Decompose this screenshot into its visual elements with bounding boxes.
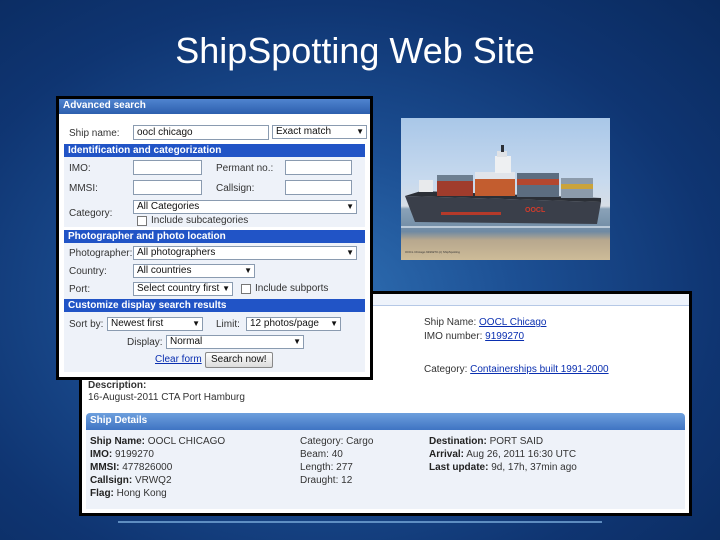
detail-value: 9d, 17h, 37min ago	[491, 462, 577, 473]
imo-input[interactable]	[133, 160, 202, 175]
detail-label: IMO:	[90, 449, 113, 460]
sort-by-select[interactable]: Newest first ▼	[107, 317, 203, 331]
chevron-down-icon: ▼	[356, 127, 364, 136]
chevron-down-icon: ▼	[293, 337, 301, 346]
section-photographer: Photographer and photo location	[64, 230, 365, 243]
section-identification: Identification and categorization	[64, 144, 365, 157]
detail-value: Hong Kong	[116, 488, 167, 499]
category-label: Category:	[424, 364, 468, 375]
clear-form-link[interactable]: Clear form	[155, 353, 202, 367]
ship-name-link[interactable]: OOCL Chicago	[479, 317, 546, 328]
detail-label: Arrival:	[429, 449, 465, 460]
chevron-down-icon: ▼	[222, 284, 230, 293]
chevron-down-icon: ▼	[346, 202, 354, 211]
description-label: Description:	[88, 380, 147, 391]
category-value: All Categories	[137, 201, 200, 212]
match-mode-value: Exact match	[276, 126, 332, 137]
include-subports-label: Include subports	[255, 283, 329, 294]
country-value: All countries	[137, 265, 192, 276]
ship-details-body: Ship Name: OOCL CHICAGO IMO: 9199270 MMS…	[86, 430, 685, 509]
category-select[interactable]: All Categories ▼	[133, 200, 357, 214]
detail-value: 9199270	[115, 449, 154, 460]
detail-value: VRWQ2	[135, 475, 172, 486]
sort-by-label: Sort by:	[69, 319, 104, 330]
detail-value: 12	[341, 475, 353, 486]
ship-name-label: Ship name:	[69, 128, 120, 139]
imo-label: IMO number:	[424, 331, 483, 342]
display-label: Display:	[127, 337, 163, 348]
ship-name-input[interactable]: oocl chicago	[133, 125, 269, 140]
imo-label: IMO:	[69, 163, 91, 174]
container-ship-illustration: OOCL	[401, 145, 610, 228]
category-row: Category: Containerships built 1991-2000	[424, 364, 609, 375]
permanent-no-label: Permant no.:	[216, 163, 274, 174]
callsign-input[interactable]	[285, 180, 352, 195]
limit-label: Limit:	[216, 319, 240, 330]
ship-details-header: Ship Details	[86, 413, 685, 430]
port-value: Select country first	[137, 283, 220, 294]
detail-value: 477826000	[122, 462, 173, 473]
detail-value: PORT SAID	[489, 436, 544, 447]
chevron-down-icon: ▼	[192, 319, 200, 328]
photo-credit: OOCL Chicago 9199270 (c) ShipSpotting	[405, 250, 460, 254]
section-display: Customize display search results	[64, 299, 365, 312]
country-label: Country:	[69, 266, 107, 277]
details-column-3: Destination: PORT SAID Arrival: Aug 26, …	[429, 435, 577, 474]
display-value: Normal	[170, 336, 203, 347]
display-select[interactable]: Normal ▼	[166, 335, 304, 349]
include-subcategories-label: Include subcategories	[151, 215, 249, 226]
chevron-down-icon: ▼	[330, 319, 338, 328]
detail-label: Category:	[300, 436, 344, 447]
chevron-down-icon: ▼	[346, 248, 354, 257]
detail-label: Callsign:	[90, 475, 133, 486]
photographer-value: All photographers	[137, 247, 216, 258]
photographer-select[interactable]: All photographers ▼	[133, 246, 357, 260]
chevron-down-icon: ▼	[244, 266, 252, 275]
ship-summary: Ship Name: OOCL Chicago IMO number: 9199…	[424, 316, 546, 344]
ship-photo[interactable]: OOCL OOCL Chicago 9199270 (c) ShipSpotti…	[401, 118, 610, 260]
limit-value: 12 photos/page	[250, 318, 319, 329]
detail-value: 40	[331, 449, 343, 460]
detail-label: Draught:	[300, 475, 339, 486]
match-mode-select[interactable]: Exact match ▼	[272, 125, 367, 139]
permanent-no-input[interactable]	[285, 160, 352, 175]
detail-label: Length:	[300, 462, 334, 473]
mmsi-input[interactable]	[133, 180, 202, 195]
imo-link[interactable]: 9199270	[485, 331, 524, 342]
sort-by-value: Newest first	[111, 318, 164, 329]
advanced-search-form: Advanced search Ship name: oocl chicago …	[56, 96, 373, 380]
country-select[interactable]: All countries ▼	[133, 264, 255, 278]
detail-label: Ship Name:	[90, 436, 146, 447]
description: Description: 16-August-2011 CTA Port Ham…	[88, 380, 245, 404]
limit-select[interactable]: 12 photos/page ▼	[246, 317, 341, 331]
port-select[interactable]: Select country first ▼	[133, 282, 233, 296]
include-subcategories-checkbox[interactable]	[137, 216, 147, 226]
details-column-2: Category: Cargo Beam: 40 Length: 277 Dra…	[300, 435, 373, 487]
detail-value: Aug 26, 2011 16:30 UTC	[466, 449, 577, 460]
detail-value: 277	[336, 462, 353, 473]
category-label: Category:	[69, 208, 113, 219]
photographer-label: Photographer:	[69, 248, 133, 259]
slide-title: ShipSpotting Web Site	[175, 30, 535, 71]
category-link[interactable]: Containerships built 1991-2000	[470, 364, 608, 375]
decor-line	[118, 521, 602, 523]
detail-label: MMSI:	[90, 462, 120, 473]
detail-label: Beam:	[300, 449, 329, 460]
detail-value: Cargo	[346, 436, 374, 447]
hull-brand-text: OOCL	[525, 207, 546, 214]
description-text: 16-August-2011 CTA Port Hamburg	[88, 392, 245, 403]
details-column-1: Ship Name: OOCL CHICAGO IMO: 9199270 MMS…	[90, 435, 225, 500]
port-label: Port:	[69, 284, 91, 295]
advanced-search-title: Advanced search	[59, 99, 370, 114]
include-subports-checkbox[interactable]	[241, 284, 251, 294]
callsign-label: Callsign:	[216, 183, 255, 194]
search-now-button[interactable]: Search now!	[205, 352, 273, 368]
ship-name-label: Ship Name:	[424, 317, 477, 328]
detail-value: OOCL CHICAGO	[147, 436, 226, 447]
detail-label: Last update:	[429, 462, 489, 473]
mmsi-label: MMSI:	[69, 183, 98, 194]
detail-label: Flag:	[90, 488, 114, 499]
detail-label: Destination:	[429, 436, 487, 447]
